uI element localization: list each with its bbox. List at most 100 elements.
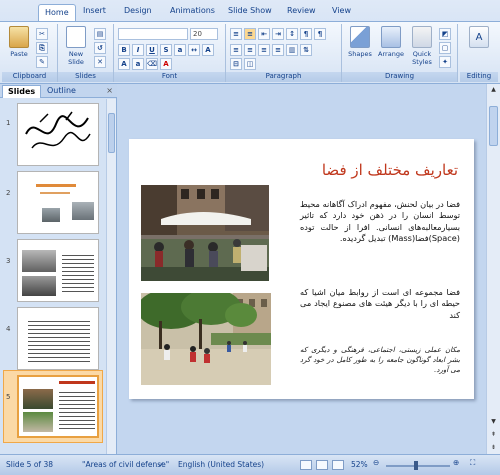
slide-show-icon[interactable] <box>332 460 344 470</box>
tab-home[interactable]: Home <box>38 4 76 22</box>
underline-icon[interactable]: U <box>146 44 158 56</box>
grow-font-icon[interactable]: A <box>118 58 130 70</box>
next-slide-icon[interactable]: ⇟ <box>487 442 500 454</box>
editor-scroll-thumb[interactable] <box>489 106 498 146</box>
ribbon: Home Insert Design Animations Slide Show… <box>0 0 500 84</box>
fit-to-window-icon[interactable]: ⛶ <box>470 458 475 468</box>
smartart-icon[interactable]: ◫ <box>244 58 256 70</box>
italic-icon[interactable]: I <box>132 44 144 56</box>
delete-slide-icon[interactable]: ✕ <box>94 56 106 68</box>
zoom-slider-thumb[interactable] <box>414 461 418 470</box>
layout-icon[interactable]: ▤ <box>94 28 106 40</box>
close-icon[interactable]: × <box>106 86 113 95</box>
slide-sorter-icon[interactable] <box>316 460 328 470</box>
tab-view[interactable]: View <box>332 6 351 15</box>
zoom-slider[interactable] <box>386 465 450 467</box>
shrink-font-icon[interactable]: a <box>132 58 144 70</box>
increase-indent-icon[interactable]: ⇥ <box>272 28 284 40</box>
copy-icon[interactable]: ⎘ <box>36 42 48 54</box>
align-right-icon[interactable]: ≡ <box>258 44 270 56</box>
tab-slide-show[interactable]: Slide Show <box>228 6 272 15</box>
clear-format-icon[interactable]: ⌫ <box>146 58 158 70</box>
prev-slide-icon[interactable]: ⇞ <box>487 429 500 441</box>
shadow-icon[interactable]: a <box>174 44 186 56</box>
decrease-indent-icon[interactable]: ⇤ <box>258 28 270 40</box>
strikethrough-icon[interactable]: S <box>160 44 172 56</box>
slide-paragraph-1[interactable]: فضا در بیان لحنش، مفهوم ادراک آگاهانه مح… <box>300 199 460 244</box>
justify-icon[interactable]: ≡ <box>272 44 284 56</box>
thumb-number: 1 <box>6 119 11 127</box>
shapes-button[interactable]: Shapes <box>346 26 374 58</box>
arrange-button[interactable]: Arrange <box>376 26 406 58</box>
slide-thumbnail-5[interactable] <box>17 375 99 438</box>
zoom-level[interactable]: 52% <box>351 460 368 469</box>
slide-paragraph-2[interactable]: فضا مجموعه ای است از روابط میان اشیا که … <box>300 287 460 321</box>
thumb-photo <box>23 389 53 409</box>
slide-thumbnail-3[interactable] <box>17 239 99 302</box>
thumb-number: 5 <box>6 393 11 401</box>
theme-name[interactable]: "Areas of civil defense" <box>82 460 169 469</box>
change-case-icon[interactable]: A <box>202 44 214 56</box>
align-left-icon[interactable]: ≡ <box>230 44 242 56</box>
tab-outline[interactable]: Outline <box>42 85 81 98</box>
tab-insert[interactable]: Insert <box>83 6 106 15</box>
zoom-out-icon[interactable]: ⊖ <box>373 458 379 467</box>
paste-button[interactable]: Paste <box>6 26 32 58</box>
slide-thumbnail-1[interactable] <box>17 103 99 166</box>
thumb-number: 2 <box>6 189 11 197</box>
tab-animations[interactable]: Animations <box>170 6 215 15</box>
shape-outline-icon[interactable]: ▢ <box>439 42 451 54</box>
tab-review[interactable]: Review <box>287 6 316 15</box>
spacing-icon[interactable]: ↔ <box>188 44 200 56</box>
spellcheck-icon[interactable]: ✓ <box>158 460 164 469</box>
pane-scrollbar[interactable] <box>106 99 116 454</box>
thumbnail-list: 1 2 3 4 5 <box>0 99 106 454</box>
line-spacing-icon[interactable]: ↕ <box>286 28 298 40</box>
slide-paragraph-3[interactable]: مکان عملی زیستی، اجتماعی، فرهنگی و دیگری… <box>300 345 460 375</box>
font-color-icon[interactable]: A <box>160 58 172 70</box>
editing-button[interactable]: A <box>466 26 492 50</box>
slide-title[interactable]: تعاریف مختلف از فضا <box>322 161 458 179</box>
text-direction-icon[interactable]: ⇅ <box>300 44 312 56</box>
bullets-icon[interactable]: ≡ <box>230 28 242 40</box>
shape-effects-icon[interactable]: ✦ <box>439 56 451 68</box>
thumb-number: 3 <box>6 257 11 265</box>
scroll-down-icon[interactable]: ▼ <box>487 416 500 428</box>
thumb-text <box>62 252 94 292</box>
tab-slides[interactable]: Slides <box>2 85 42 98</box>
rtl-icon[interactable]: ¶ <box>300 28 312 40</box>
drawing-label: Drawing <box>342 72 457 82</box>
editor-scrollbar[interactable]: ▲ ▼ ⇞ ⇟ <box>486 84 500 454</box>
plaza-photo-1[interactable] <box>141 185 269 281</box>
numbering-icon[interactable]: ≡ <box>244 28 256 40</box>
font-name-dropdown[interactable] <box>118 28 188 40</box>
normal-view-icon[interactable] <box>300 460 312 470</box>
slide-thumbnail-2[interactable] <box>17 171 99 234</box>
reset-icon[interactable]: ↺ <box>94 42 106 54</box>
ribbon-tabs: Home Insert Design Animations Slide Show… <box>0 4 500 22</box>
slides-label: Slides <box>58 72 113 82</box>
ltr-icon[interactable]: ¶ <box>314 28 326 40</box>
scroll-up-icon[interactable]: ▲ <box>487 84 500 96</box>
quick-styles-button[interactable]: Quick Styles <box>408 26 436 66</box>
align-text-icon[interactable]: ⊟ <box>230 58 242 70</box>
current-slide[interactable]: تعاریف مختلف از فضا فضا در بیان لحنش، مف… <box>129 139 474 399</box>
new-slide-button[interactable]: New Slide <box>62 26 90 66</box>
align-center-icon[interactable]: ≡ <box>244 44 256 56</box>
thumb-text <box>59 389 95 429</box>
editing-label: Editing <box>460 72 498 82</box>
format-painter-icon[interactable]: ✎ <box>36 56 48 68</box>
shapes-icon <box>350 26 370 48</box>
thumb-photo <box>23 412 53 432</box>
tab-design[interactable]: Design <box>124 6 152 15</box>
pane-scroll-thumb[interactable] <box>108 113 115 153</box>
font-size-dropdown[interactable]: 20 <box>190 28 218 40</box>
language-indicator[interactable]: English (United States) <box>178 460 264 469</box>
zoom-in-icon[interactable]: ⊕ <box>453 458 459 467</box>
park-photo-2[interactable] <box>141 293 271 385</box>
shape-fill-icon[interactable]: ◩ <box>439 28 451 40</box>
columns-icon[interactable]: ▥ <box>286 44 298 56</box>
bold-icon[interactable]: B <box>118 44 130 56</box>
cut-icon[interactable]: ✂ <box>36 28 48 40</box>
slide-thumbnail-4[interactable] <box>17 307 99 370</box>
